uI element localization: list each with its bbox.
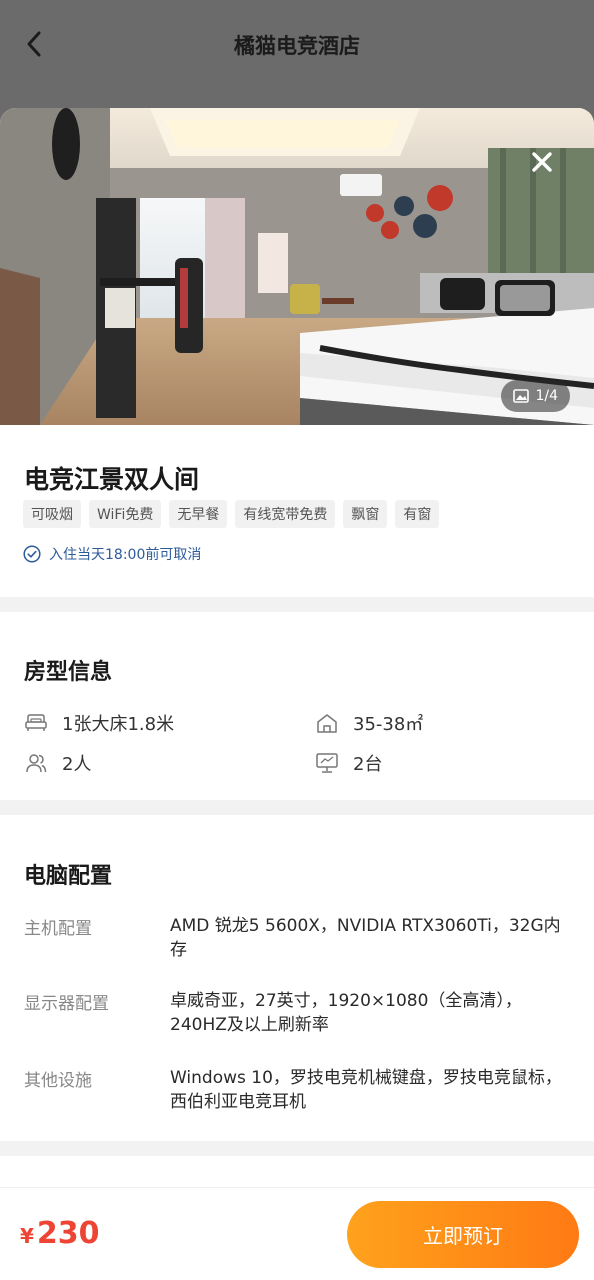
bed-icon (25, 714, 47, 731)
room-photo[interactable]: 1/4 (0, 108, 594, 425)
section-divider (0, 597, 594, 612)
area-info: 35-38㎡ (315, 710, 423, 736)
page-title: 橘猫电竞酒店 (234, 34, 360, 58)
check-circle-icon (23, 545, 41, 563)
price-currency: ¥ (20, 1224, 34, 1248)
room-tag: 无早餐 (169, 500, 228, 528)
room-detail-sheet: 1/4 电竞江景双人间 可吸烟 WiFi免费 无早餐 有线宽带免费 飘窗 有窗 … (0, 108, 594, 1280)
spec-label: 其他设施 (24, 1071, 92, 1091)
spec-value: AMD 锐龙5 5600X，NVIDIA RTX3060Ti，32G内存 (170, 916, 561, 960)
computers-info-text: 2台 (353, 754, 383, 775)
room-tag: 飘窗 (343, 500, 388, 528)
section-divider (0, 1141, 594, 1156)
computers-info: 2台 (315, 750, 382, 776)
room-name: 电竞江景双人间 (24, 465, 200, 494)
cancel-policy-text: 入住当天18:00前可取消 (49, 547, 202, 563)
house-icon (317, 714, 337, 733)
area-info-text: 35-38㎡ (353, 714, 424, 735)
spec-value: Windows 10，罗技电竞机械键盘，罗技电竞鼠标，西伯利亚电竞耳机 (170, 1068, 562, 1112)
price: ¥ 230 (20, 1216, 100, 1251)
image-icon (513, 389, 530, 403)
room-photo-illustration (0, 108, 594, 425)
room-tag: 有窗 (395, 500, 440, 528)
pc-config-title: 电脑配置 (24, 864, 113, 889)
spec-label: 显示器配置 (24, 994, 109, 1014)
bed-info: 1张大床1.8米 (24, 710, 174, 736)
room-tag: WiFi免费 (89, 500, 162, 528)
room-tag: 可吸烟 (23, 500, 81, 528)
people-icon (26, 754, 47, 773)
photo-counter: 1/4 (501, 380, 570, 412)
book-now-button[interactable]: 立即预订 (347, 1201, 579, 1268)
price-amount: 230 (36, 1216, 100, 1251)
cancel-policy: 入住当天18:00前可取消 (23, 544, 201, 564)
guests-info-text: 2人 (62, 754, 92, 775)
section-divider (0, 800, 594, 815)
room-tags: 可吸烟 WiFi免费 无早餐 有线宽带免费 飘窗 有窗 (23, 500, 440, 528)
spec-value: 卓威奇亚，27英寸，1920×1080（全高清），240HZ及以上刷新率 (170, 991, 522, 1035)
spec-label: 主机配置 (24, 919, 92, 939)
top-bar: 橘猫电竞酒店 (0, 0, 594, 108)
room-tag: 有线宽带免费 (235, 500, 336, 528)
monitor-icon (316, 753, 338, 773)
booking-bar: ¥ 230 立即预订 (0, 1187, 594, 1280)
photo-counter-text: 1/4 (535, 388, 558, 404)
close-icon[interactable] (528, 148, 556, 176)
bed-info-text: 1张大床1.8米 (62, 714, 175, 735)
guests-info: 2人 (24, 750, 91, 776)
room-info-title: 房型信息 (24, 660, 113, 685)
